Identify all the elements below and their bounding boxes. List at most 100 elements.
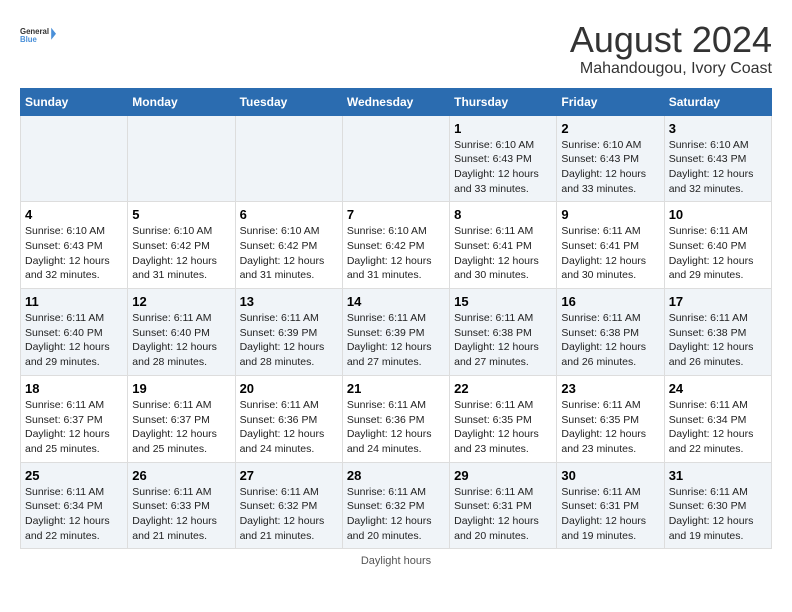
day-info: Sunrise: 6:11 AM Sunset: 6:37 PM Dayligh…	[25, 398, 123, 457]
logo: General Blue	[20, 20, 56, 50]
week-row-4: 18Sunrise: 6:11 AM Sunset: 6:37 PM Dayli…	[21, 375, 772, 462]
day-number: 29	[454, 468, 552, 483]
day-cell: 29 Sunrise: 6:11 AM Sunset: 6:31 PM Dayli…	[450, 462, 557, 549]
day-info: Sunrise: 6:10 AM Sunset: 6:43 PM Dayligh…	[25, 224, 123, 283]
day-cell: 11Sunrise: 6:11 AM Sunset: 6:40 PM Dayli…	[21, 289, 128, 376]
day-cell: 15 Sunrise: 6:11 AM Sunset: 6:38 PM Dayli…	[450, 289, 557, 376]
day-info: Sunrise: 6:10 AM Sunset: 6:43 PM Dayligh…	[561, 138, 659, 197]
subtitle: Mahandougou, Ivory Coast	[570, 60, 772, 78]
day-info: Sunrise: 6:11 AM Sunset: 6:41 PM Dayligh…	[454, 224, 552, 283]
day-info: Sunrise: 6:11 AM Sunset: 6:39 PM Dayligh…	[240, 311, 338, 370]
svg-text:General: General	[20, 27, 49, 36]
day-cell: 16Sunrise: 6:11 AM Sunset: 6:38 PM Dayli…	[557, 289, 664, 376]
day-number: 3	[669, 121, 767, 136]
day-cell: 21Sunrise: 6:11 AM Sunset: 6:36 PM Dayli…	[342, 375, 449, 462]
day-info: Sunrise: 6:11 AM Sunset: 6:34 PM Dayligh…	[25, 485, 123, 544]
day-number: 12	[132, 294, 230, 309]
day-info: Sunrise: 6:11 AM Sunset: 6:31 PM Dayligh…	[454, 485, 552, 544]
day-cell: 18Sunrise: 6:11 AM Sunset: 6:37 PM Dayli…	[21, 375, 128, 462]
day-cell: 17 Sunrise: 6:11 AM Sunset: 6:38 PM Dayli…	[664, 289, 771, 376]
day-number: 19	[132, 381, 230, 396]
day-number: 9	[561, 207, 659, 222]
day-info: Sunrise: 6:11 AM Sunset: 6:37 PM Dayligh…	[132, 398, 230, 457]
day-info: Sunrise: 6:10 AM Sunset: 6:43 PM Dayligh…	[669, 138, 767, 197]
day-number: 1	[454, 121, 552, 136]
day-cell: 25Sunrise: 6:11 AM Sunset: 6:34 PM Dayli…	[21, 462, 128, 549]
week-row-3: 11Sunrise: 6:11 AM Sunset: 6:40 PM Dayli…	[21, 289, 772, 376]
day-cell: 13Sunrise: 6:11 AM Sunset: 6:39 PM Dayli…	[235, 289, 342, 376]
day-cell: 31 Sunrise: 6:11 AM Sunset: 6:30 PM Dayli…	[664, 462, 771, 549]
day-number: 17	[669, 294, 767, 309]
day-cell: 30 Sunrise: 6:11 AM Sunset: 6:31 PM Dayli…	[557, 462, 664, 549]
day-number: 14	[347, 294, 445, 309]
day-number: 30	[561, 468, 659, 483]
day-cell	[342, 115, 449, 202]
day-info: Sunrise: 6:11 AM Sunset: 6:35 PM Dayligh…	[561, 398, 659, 457]
day-info: Sunrise: 6:11 AM Sunset: 6:38 PM Dayligh…	[454, 311, 552, 370]
day-info: Sunrise: 6:11 AM Sunset: 6:34 PM Dayligh…	[669, 398, 767, 457]
svg-text:Blue: Blue	[20, 35, 38, 44]
day-number: 21	[347, 381, 445, 396]
day-cell: 27 Sunrise: 6:11 AM Sunset: 6:32 PM Dayli…	[235, 462, 342, 549]
day-cell: 9Sunrise: 6:11 AM Sunset: 6:41 PM Daylig…	[557, 202, 664, 289]
day-info: Sunrise: 6:11 AM Sunset: 6:31 PM Dayligh…	[561, 485, 659, 544]
day-info: Sunrise: 6:10 AM Sunset: 6:43 PM Dayligh…	[454, 138, 552, 197]
logo-svg: General Blue	[20, 20, 56, 50]
day-info: Sunrise: 6:11 AM Sunset: 6:36 PM Dayligh…	[240, 398, 338, 457]
day-info: Sunrise: 6:11 AM Sunset: 6:40 PM Dayligh…	[132, 311, 230, 370]
day-number: 15	[454, 294, 552, 309]
day-number: 31	[669, 468, 767, 483]
day-info: Sunrise: 6:11 AM Sunset: 6:33 PM Dayligh…	[132, 485, 230, 544]
day-cell: 3 Sunrise: 6:10 AM Sunset: 6:43 PM Daylig…	[664, 115, 771, 202]
day-info: Sunrise: 6:11 AM Sunset: 6:38 PM Dayligh…	[669, 311, 767, 370]
day-info: Sunrise: 6:11 AM Sunset: 6:32 PM Dayligh…	[240, 485, 338, 544]
day-cell: 20Sunrise: 6:11 AM Sunset: 6:36 PM Dayli…	[235, 375, 342, 462]
day-cell: 12 Sunrise: 6:11 AM Sunset: 6:40 PM Dayli…	[128, 289, 235, 376]
day-cell: 1 Sunrise: 6:10 AM Sunset: 6:43 PM Daylig…	[450, 115, 557, 202]
day-cell	[21, 115, 128, 202]
day-cell: 7Sunrise: 6:10 AM Sunset: 6:42 PM Daylig…	[342, 202, 449, 289]
col-header-saturday: Saturday	[664, 88, 771, 115]
day-info: Sunrise: 6:11 AM Sunset: 6:32 PM Dayligh…	[347, 485, 445, 544]
day-cell	[128, 115, 235, 202]
day-info: Sunrise: 6:10 AM Sunset: 6:42 PM Dayligh…	[240, 224, 338, 283]
day-cell: 4 Sunrise: 6:10 AM Sunset: 6:43 PM Daylig…	[21, 202, 128, 289]
col-header-sunday: Sunday	[21, 88, 128, 115]
day-number: 2	[561, 121, 659, 136]
day-info: Sunrise: 6:11 AM Sunset: 6:30 PM Dayligh…	[669, 485, 767, 544]
day-cell: 22Sunrise: 6:11 AM Sunset: 6:35 PM Dayli…	[450, 375, 557, 462]
day-cell: 5 Sunrise: 6:10 AM Sunset: 6:42 PM Daylig…	[128, 202, 235, 289]
day-info: Sunrise: 6:11 AM Sunset: 6:40 PM Dayligh…	[669, 224, 767, 283]
week-row-1: 1 Sunrise: 6:10 AM Sunset: 6:43 PM Daylig…	[21, 115, 772, 202]
day-cell: 6 Sunrise: 6:10 AM Sunset: 6:42 PM Daylig…	[235, 202, 342, 289]
header: General Blue August 2024 Mahandougou, Iv…	[20, 20, 772, 78]
day-number: 16	[561, 294, 659, 309]
day-number: 6	[240, 207, 338, 222]
day-cell	[235, 115, 342, 202]
day-cell: 26Sunrise: 6:11 AM Sunset: 6:33 PM Dayli…	[128, 462, 235, 549]
day-number: 28	[347, 468, 445, 483]
day-number: 5	[132, 207, 230, 222]
title-block: August 2024 Mahandougou, Ivory Coast	[570, 20, 772, 78]
main-title: August 2024	[570, 20, 772, 60]
col-header-tuesday: Tuesday	[235, 88, 342, 115]
day-number: 22	[454, 381, 552, 396]
col-header-monday: Monday	[128, 88, 235, 115]
day-number: 23	[561, 381, 659, 396]
day-cell: 28 Sunrise: 6:11 AM Sunset: 6:32 PM Dayli…	[342, 462, 449, 549]
col-header-wednesday: Wednesday	[342, 88, 449, 115]
day-number: 10	[669, 207, 767, 222]
day-cell: 2 Sunrise: 6:10 AM Sunset: 6:43 PM Daylig…	[557, 115, 664, 202]
calendar-table: SundayMondayTuesdayWednesdayThursdayFrid…	[20, 88, 772, 550]
day-number: 27	[240, 468, 338, 483]
week-row-2: 4 Sunrise: 6:10 AM Sunset: 6:43 PM Daylig…	[21, 202, 772, 289]
day-number: 4	[25, 207, 123, 222]
day-info: Sunrise: 6:11 AM Sunset: 6:40 PM Dayligh…	[25, 311, 123, 370]
day-cell: 8 Sunrise: 6:11 AM Sunset: 6:41 PM Daylig…	[450, 202, 557, 289]
col-header-thursday: Thursday	[450, 88, 557, 115]
day-info: Sunrise: 6:10 AM Sunset: 6:42 PM Dayligh…	[132, 224, 230, 283]
day-number: 8	[454, 207, 552, 222]
day-number: 7	[347, 207, 445, 222]
day-cell: 23 Sunrise: 6:11 AM Sunset: 6:35 PM Dayli…	[557, 375, 664, 462]
day-info: Sunrise: 6:11 AM Sunset: 6:39 PM Dayligh…	[347, 311, 445, 370]
